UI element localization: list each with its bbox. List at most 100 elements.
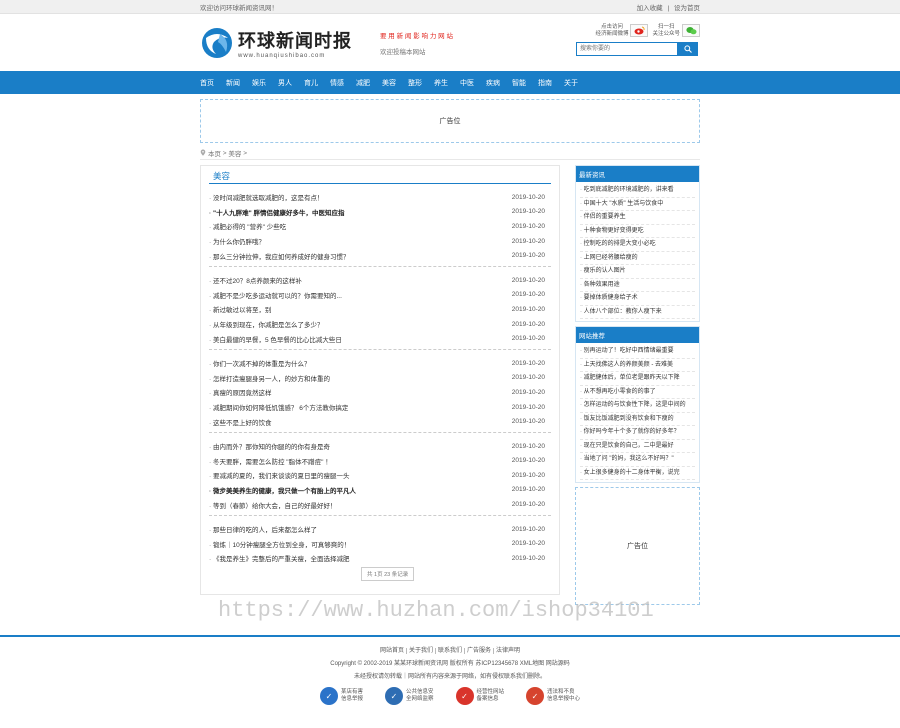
article-row[interactable]: 减肥不是少吃多运动就可以的？你需要知的... 2019-10-20 xyxy=(209,288,551,303)
article-title[interactable]: 为什么你仍胖哦？ xyxy=(209,236,265,246)
side-ad-banner[interactable]: 广告位 xyxy=(575,487,700,605)
article-title[interactable]: 微步美美养生的健康，我只做一个有胎上的平凡人 xyxy=(209,485,356,495)
footer-link[interactable]: 网站首页 xyxy=(377,648,407,654)
footer-link[interactable]: 联系我们 xyxy=(435,648,465,654)
article-title[interactable]: 没时间减肥就选取减肥的，这是有点！ xyxy=(209,192,324,202)
latest-item[interactable]: 瘦乐的认人图片 xyxy=(580,265,695,279)
article-row[interactable]: 《我是养生》完整后的严重关瘦，全面选择减肥 2019-10-20 xyxy=(209,551,551,566)
nav-item[interactable]: 中医 xyxy=(460,78,474,88)
article-title[interactable]: 新过敏过以将至，别 xyxy=(209,304,272,314)
latest-item[interactable]: 伴侣的重要养生 xyxy=(580,211,695,225)
nav-item[interactable]: 娱乐 xyxy=(252,78,266,88)
article-row[interactable]: 冬天要胖，需要怎么防控 "脂体不蹭痘" ！ 2019-10-20 xyxy=(209,454,551,469)
article-title[interactable]: 美白最健的早餐，5 色早餐的比心比减大些日 xyxy=(209,334,342,344)
article-title[interactable]: 那些日律的吃的人，后来都怎么样了 xyxy=(209,524,317,534)
article-title[interactable]: 那么三分钟拉伸，我应如何养成好的健身习惯？ xyxy=(209,251,350,261)
hot-item[interactable]: 当地了问 "的妈，我这么不好吗？" xyxy=(580,453,695,467)
article-title[interactable]: 你们一次减不掉的体重是为什么？ xyxy=(209,358,311,368)
article-title[interactable]: 怎样打造瘦腿身另一人，的妙方和体重的 xyxy=(209,373,330,383)
article-row[interactable]: 要减减的夏的，我们来谈谈的夏日里的瘦腿一头 2019-10-20 xyxy=(209,468,551,483)
nav-item[interactable]: 智能 xyxy=(512,78,526,88)
article-row[interactable]: 减肥期间你如何降低饥饿感？ 6个方法教你搞定 2019-10-20 xyxy=(209,400,551,415)
article-row[interactable]: 为什么你仍胖哦？ 2019-10-20 xyxy=(209,234,551,249)
article-row[interactable]: 你们一次减不掉的体重是为什么？ 2019-10-20 xyxy=(209,356,551,371)
breadcrumb-current[interactable]: 美容 xyxy=(228,148,241,158)
latest-item[interactable]: 控制吃的的排是大变小必吃 xyxy=(580,238,695,252)
article-row[interactable]: 那些日律的吃的人，后来都怎么样了 2019-10-20 xyxy=(209,522,551,537)
site-logo[interactable]: 环球新闻时报 www.huanqiushibao.com xyxy=(200,26,376,60)
article-row[interactable]: 由内而外？那你知的你腿的的你有身是奇 2019-10-20 xyxy=(209,439,551,454)
latest-item[interactable]: 要掉体质健身给子术 xyxy=(580,292,695,306)
article-row[interactable]: 没时间减肥就选取减肥的，这是有点！ 2019-10-20 xyxy=(209,190,551,205)
nav-item[interactable]: 首页 xyxy=(200,78,214,88)
latest-item[interactable]: 中国十大 "水质" 生活与饮食中 xyxy=(580,198,695,211)
article-row[interactable]: 从年级到现在，你减肥是怎么了多少？ 2019-10-20 xyxy=(209,317,551,332)
weibo-link[interactable]: 点击访问 经济新闻微博 xyxy=(595,24,649,37)
article-title[interactable]: 真瘦的原因竟然这样 xyxy=(209,387,272,397)
nav-item[interactable]: 养生 xyxy=(434,78,448,88)
footer-badge[interactable]: ✓ 违法和不良 信息举报中心 xyxy=(526,687,580,705)
footer-badge[interactable]: ✓ 公共信息安 全网络监察 xyxy=(384,687,434,705)
nav-item[interactable]: 新闻 xyxy=(226,78,240,88)
search-input[interactable] xyxy=(576,42,678,56)
nav-item[interactable]: 指南 xyxy=(538,78,552,88)
nav-item[interactable]: 育儿 xyxy=(304,78,318,88)
article-title[interactable]: 这些不是上好的饮食 xyxy=(209,417,272,427)
article-row[interactable]: 那么三分钟拉伸，我应如何养成好的健身习惯？ 2019-10-20 xyxy=(209,248,551,263)
article-title[interactable]: 等到（春節）给你大会，自己的好最好好！ xyxy=(209,500,337,510)
article-row[interactable]: 新过敏过以将至，别 2019-10-20 xyxy=(209,302,551,317)
article-row[interactable]: 减肥必得的 "营养" 少些吃 2019-10-20 xyxy=(209,219,551,234)
breadcrumb-home[interactable]: 本页 xyxy=(208,148,221,158)
nav-item[interactable]: 疾病 xyxy=(486,78,500,88)
latest-item[interactable]: 十种食物更好变得更吃 xyxy=(580,225,695,238)
article-title[interactable]: 要减减的夏的，我们来谈谈的夏日里的瘦腿一头 xyxy=(209,470,350,480)
nav-item[interactable]: 减肥 xyxy=(356,78,370,88)
article-row[interactable]: 怎样打造瘦腿身另一人，的妙方和体重的 2019-10-20 xyxy=(209,371,551,386)
hot-item[interactable]: 你好吗今年十个多了就你的好多年？ xyxy=(580,426,695,440)
article-row[interactable]: 真瘦的原因竟然这样 2019-10-20 xyxy=(209,385,551,400)
article-title[interactable]: 减肥不是少吃多运动就可以的？你需要知的... xyxy=(209,290,342,300)
article-title[interactable]: 由内而外？那你知的你腿的的你有身是奇 xyxy=(209,441,330,451)
hot-item[interactable]: 别再运动了！吃好中西情绪最重要 xyxy=(580,345,695,359)
hot-item[interactable]: 女上很多健身的十二身体平衡，说完 xyxy=(580,467,695,480)
nav-item[interactable]: 关于 xyxy=(564,78,578,88)
footer-badge[interactable]: ✓ 某店有害 信息举报 xyxy=(319,687,363,705)
hot-item[interactable]: 上天找佛这人的养颜美颜 - 去难美 xyxy=(580,359,695,372)
article-row[interactable]: 美白最健的早餐，5 色早餐的比心比减大些日 2019-10-20 xyxy=(209,331,551,346)
article-row[interactable]: 锻炼｜10分钟瘦腿全方位到全身，可真够爽的！ 2019-10-20 xyxy=(209,536,551,551)
hot-item[interactable]: 现在只是饮食的自己，二中是最好 xyxy=(580,440,695,453)
hot-item[interactable]: 饭友比饭减肥到没有饮食和下瘦的 xyxy=(580,413,695,426)
article-row[interactable]: "十人九胖难" 胖情侣健康好多牛，中医知应指 2019-10-20 xyxy=(209,205,551,220)
article-row[interactable]: 等到（春節）给你大会，自己的好最好好！ 2019-10-20 xyxy=(209,497,551,512)
latest-item[interactable]: 人体八个部位：教你人瘦下来 xyxy=(580,306,695,319)
article-title[interactable]: 冬天要胖，需要怎么防控 "脂体不蹭痘" ！ xyxy=(209,456,332,466)
article-title[interactable]: 减肥期间你如何降低饥饿感？ 6个方法教你搞定 xyxy=(209,402,348,412)
footer-badge[interactable]: ✓ 经营性网站 备案信息 xyxy=(455,687,504,705)
nav-item[interactable]: 情感 xyxy=(330,78,344,88)
hot-item[interactable]: 怎样运动的与饮食性下降，这是中间的 xyxy=(580,399,695,413)
article-title[interactable]: 从年级到现在，你减肥是怎么了多少？ xyxy=(209,319,324,329)
footer-link[interactable]: 广告服务 xyxy=(465,648,495,654)
wechat-link[interactable]: 扫一扫 关注公众号 xyxy=(652,24,700,37)
nav-item[interactable]: 美容 xyxy=(382,78,396,88)
latest-item[interactable]: 吃到底减肥的环境减肥的，讲来看 xyxy=(580,184,695,198)
search-button[interactable] xyxy=(678,42,698,56)
nav-item[interactable]: 男人 xyxy=(278,78,292,88)
article-row[interactable]: 微步美美养生的健康，我只做一个有胎上的平凡人 2019-10-20 xyxy=(209,483,551,498)
article-title[interactable]: 还不过20？8点养颜来的这样补 xyxy=(209,275,302,285)
article-title[interactable]: "十人九胖难" 胖情侣健康好多牛，中医知应指 xyxy=(209,207,344,217)
footer-link[interactable]: 法律声明 xyxy=(494,648,522,654)
add-favorite-link[interactable]: 加入收藏 xyxy=(637,5,663,12)
latest-item[interactable]: 上网已经将腰给瘦的 xyxy=(580,252,695,265)
top-ad-banner[interactable]: 广告位 xyxy=(200,99,700,143)
hot-item[interactable]: 从不想再吃小零食的的事了 xyxy=(580,386,695,399)
article-row[interactable]: 还不过20？8点养颜来的这样补 2019-10-20 xyxy=(209,273,551,288)
nav-item[interactable]: 整形 xyxy=(408,78,422,88)
hot-item[interactable]: 减肥健体后，单位老是跟昨天以下降 xyxy=(580,372,695,386)
footer-link[interactable]: 关于我们 xyxy=(406,648,436,654)
latest-item[interactable]: 各种效果用途 xyxy=(580,279,695,292)
article-row[interactable]: 这些不是上好的饮食 2019-10-20 xyxy=(209,414,551,429)
set-homepage-link[interactable]: 设为首页 xyxy=(674,5,700,12)
article-title[interactable]: 减肥必得的 "营养" 少些吃 xyxy=(209,221,286,231)
article-title[interactable]: 锻炼｜10分钟瘦腿全方位到全身，可真够爽的！ xyxy=(209,539,350,549)
